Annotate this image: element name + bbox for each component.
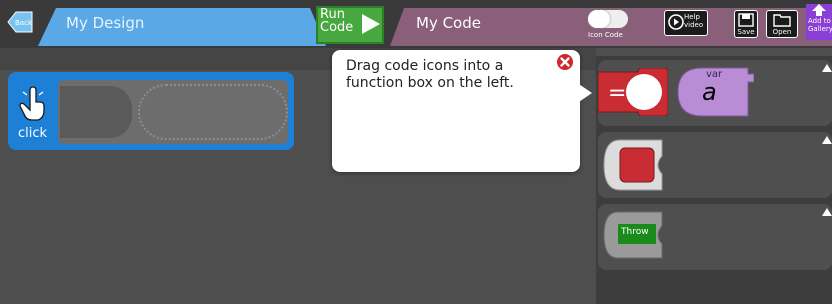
tooltip-text: Drag code icons into a function box on t… xyxy=(346,58,514,91)
block-placeholder[interactable] xyxy=(602,138,666,192)
icon-code-label: Icon Code xyxy=(588,31,623,39)
drop-zone[interactable] xyxy=(138,84,288,140)
equals-block[interactable]: = xyxy=(598,68,668,116)
tab-my-code-label: My Code xyxy=(416,14,481,32)
throw-label: Throw xyxy=(621,227,649,237)
tooltip-pointer xyxy=(570,78,592,108)
open-label: Open xyxy=(772,28,792,36)
play-circle-icon xyxy=(668,14,684,30)
var-name: a xyxy=(702,78,717,106)
back-button[interactable]: Back xyxy=(6,8,34,36)
scroll-up-icon[interactable] xyxy=(822,136,832,146)
floppy-disk-icon xyxy=(738,13,754,27)
help-video-label: Help video xyxy=(684,13,704,29)
folder-icon xyxy=(773,14,791,27)
scroll-up-icon[interactable] xyxy=(822,64,832,74)
play-icon xyxy=(362,14,380,34)
tab-my-design-label: My Design xyxy=(66,14,145,32)
function-slot[interactable] xyxy=(60,86,132,138)
close-icon[interactable] xyxy=(556,53,574,71)
scroll-up-icon[interactable] xyxy=(822,208,832,218)
add-to-gallery-label: Add to Gallery xyxy=(808,17,832,33)
svg-text:=: = xyxy=(608,81,626,106)
click-event-label: click xyxy=(18,126,48,141)
toggle-knob xyxy=(588,10,610,28)
back-label: Back xyxy=(15,19,33,27)
save-label: Save xyxy=(737,28,755,36)
arrow-up-icon xyxy=(812,4,826,16)
run-code-label: Run Code xyxy=(320,7,354,35)
hand-pointer-icon xyxy=(19,86,45,121)
